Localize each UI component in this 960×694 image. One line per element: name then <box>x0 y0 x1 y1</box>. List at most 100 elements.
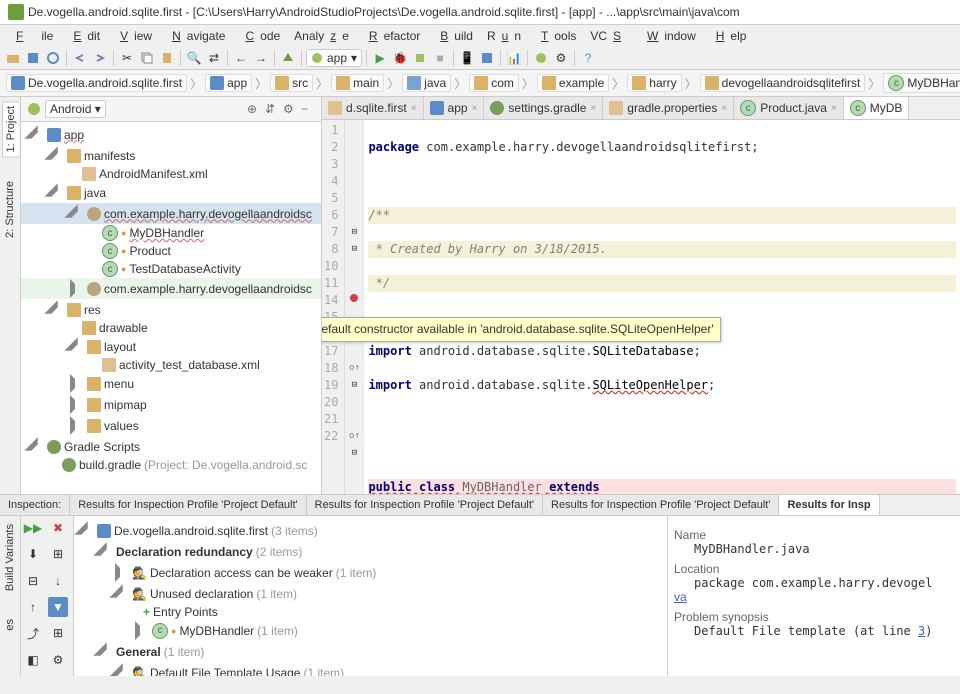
tree-node-build-gradle[interactable]: build.gradle (Project: De.vogella.androi… <box>21 457 321 473</box>
editor-tab[interactable]: app× <box>424 97 485 119</box>
tree-node-layout-file[interactable]: activity_test_database.xml <box>21 357 321 373</box>
stop-icon[interactable]: ■ <box>431 49 449 67</box>
menu-build[interactable]: Build <box>428 27 479 45</box>
project-structure-icon[interactable]: ⚙ <box>552 49 570 67</box>
inspection-item[interactable]: 🕵️Default File Template Usage (1 item) <box>78 662 663 676</box>
rerun-icon[interactable]: ▶▶ <box>23 518 43 538</box>
breadcrumb-harry[interactable]: harry <box>627 74 681 92</box>
sync-icon[interactable] <box>44 49 62 67</box>
help-icon[interactable]: ? <box>579 49 597 67</box>
menu-code[interactable]: Code <box>233 27 286 45</box>
inspection-entry-points[interactable]: +Entry Points <box>78 604 663 620</box>
build-variants-tool-tab[interactable]: Build Variants <box>2 520 18 595</box>
inspection-class-item[interactable]: c●MyDBHandler (1 item) <box>78 620 663 641</box>
save-icon[interactable] <box>24 49 42 67</box>
tree-node-java[interactable]: java <box>21 182 321 203</box>
inspection-results-tab[interactable]: Results for Inspection Profile 'Project … <box>307 495 543 515</box>
copy-icon[interactable] <box>138 49 156 67</box>
breadcrumb-main[interactable]: main <box>331 74 384 92</box>
tree-node-product[interactable]: c●Product <box>21 242 321 260</box>
close-icon[interactable]: ✖ <box>48 518 68 538</box>
menu-refactor[interactable]: Refactor <box>357 27 426 45</box>
forward-icon[interactable]: → <box>252 49 270 67</box>
close-icon[interactable]: × <box>831 103 837 114</box>
find-icon[interactable]: 🔍 <box>185 49 203 67</box>
breadcrumb-class[interactable]: cMyDBHandler <box>883 73 960 93</box>
collapse-icon[interactable]: ⊟ <box>23 571 43 591</box>
tree-node-app[interactable]: app <box>21 124 321 145</box>
close-icon[interactable]: × <box>721 103 727 114</box>
tree-node-manifest-file[interactable]: AndroidManifest.xml <box>21 166 321 182</box>
hide-icon[interactable]: − <box>301 102 315 116</box>
tree-node-pkg-main[interactable]: com.example.harry.devogellaandroidsc <box>21 203 321 224</box>
inspection-group[interactable]: General (1 item) <box>78 641 663 662</box>
prev-icon[interactable]: ↑ <box>23 597 43 617</box>
editor-tab[interactable]: cProduct.java× <box>734 97 844 119</box>
attach-icon[interactable] <box>411 49 429 67</box>
replace-icon[interactable]: ⇄ <box>205 49 223 67</box>
make-icon[interactable] <box>279 49 297 67</box>
avd-icon[interactable]: 📱 <box>458 49 476 67</box>
menu-edit[interactable]: Edit <box>61 27 106 45</box>
inspection-root[interactable]: De.vogella.android.sqlite.first (3 items… <box>78 520 663 541</box>
editor-tab-active[interactable]: cMyDB <box>844 97 910 119</box>
breadcrumb-project[interactable]: De.vogella.android.sqlite.first <box>6 74 187 92</box>
tree-node-menu[interactable]: menu <box>21 373 321 394</box>
menu-run[interactable]: Run <box>481 27 527 45</box>
breadcrumb-example[interactable]: example <box>537 74 609 92</box>
menu-vcs[interactable]: VCS <box>584 27 633 45</box>
inspection-tree[interactable]: De.vogella.android.sqlite.first (3 items… <box>74 516 667 676</box>
monitor-icon[interactable]: 📊 <box>505 49 523 67</box>
project-view-selector[interactable]: Android ▾ <box>45 100 106 118</box>
code-editor[interactable]: 123456781011141516171819202122 ⊟⊟o↑⊟o↑⊟ … <box>322 120 960 494</box>
editor-tab[interactable]: gradle.properties× <box>603 97 734 119</box>
inspection-group[interactable]: Declaration redundancy (2 items) <box>78 541 663 562</box>
export-icon[interactable]: ⬇ <box>23 544 43 564</box>
close-icon[interactable]: × <box>590 103 596 114</box>
breadcrumb-pkg[interactable]: devogellaandroidsqlitefirst <box>700 74 866 92</box>
menu-navigate[interactable]: Navigate <box>160 27 231 45</box>
favorites-tool-tab[interactable]: es <box>2 615 18 635</box>
settings-icon[interactable]: ⚙ <box>48 650 68 670</box>
sdk-icon[interactable] <box>478 49 496 67</box>
diff-icon[interactable]: ◧ <box>23 650 43 670</box>
group-icon[interactable]: ⊞ <box>48 623 68 643</box>
editor-tab[interactable]: settings.gradle× <box>484 97 603 119</box>
tree-node-values[interactable]: values <box>21 415 321 436</box>
gear-icon[interactable]: ⚙ <box>283 102 297 116</box>
breadcrumb-src[interactable]: src <box>270 74 313 92</box>
breadcrumb-java[interactable]: java <box>402 74 451 92</box>
paste-icon[interactable] <box>158 49 176 67</box>
open-icon[interactable] <box>4 49 22 67</box>
tree-node-mipmap[interactable]: mipmap <box>21 394 321 415</box>
project-tree[interactable]: app manifests AndroidManifest.xml java c… <box>21 122 321 494</box>
tree-node-layout[interactable]: layout <box>21 336 321 357</box>
tree-node-pkg-test[interactable]: com.example.harry.devogellaandroidsc <box>21 278 321 299</box>
detail-location-link[interactable]: va <box>674 590 687 604</box>
breadcrumb-com[interactable]: com <box>469 74 519 92</box>
redo-icon[interactable] <box>91 49 109 67</box>
project-tool-tab[interactable]: 1: Project <box>2 101 19 157</box>
close-icon[interactable]: × <box>411 103 417 114</box>
run-icon[interactable]: ▶ <box>371 49 389 67</box>
expand-icon[interactable]: ⊞ <box>48 544 68 564</box>
inspection-results-tab-active[interactable]: Results for Insp <box>779 495 879 515</box>
autoscroll-icon[interactable]: ⤴ <box>23 623 43 643</box>
tree-node-gradle-scripts[interactable]: Gradle Scripts <box>21 436 321 457</box>
menu-view[interactable]: View <box>108 27 158 45</box>
menu-tools[interactable]: Tools <box>529 27 582 45</box>
inspection-item[interactable]: 🕵️Unused declaration (1 item) <box>78 583 663 604</box>
menu-analyze[interactable]: Analyze <box>288 27 355 45</box>
tree-node-mydb[interactable]: c●MyDBHandler <box>21 224 321 242</box>
run-config-selector[interactable]: app ▾ <box>306 49 362 67</box>
close-icon[interactable]: × <box>472 103 478 114</box>
code-content[interactable]: package package com.example.harry.devoge… <box>364 120 960 494</box>
back-icon[interactable]: ← <box>232 49 250 67</box>
menu-window[interactable]: Window <box>635 27 702 45</box>
debug-icon[interactable]: 🐞 <box>391 49 409 67</box>
editor-tab[interactable]: d.sqlite.first× <box>322 97 424 119</box>
target-icon[interactable]: ⊕ <box>247 102 261 116</box>
tree-node-res[interactable]: res <box>21 299 321 320</box>
structure-tool-tab[interactable]: 2: Structure <box>2 177 18 242</box>
breadcrumb-app[interactable]: app <box>205 74 252 92</box>
